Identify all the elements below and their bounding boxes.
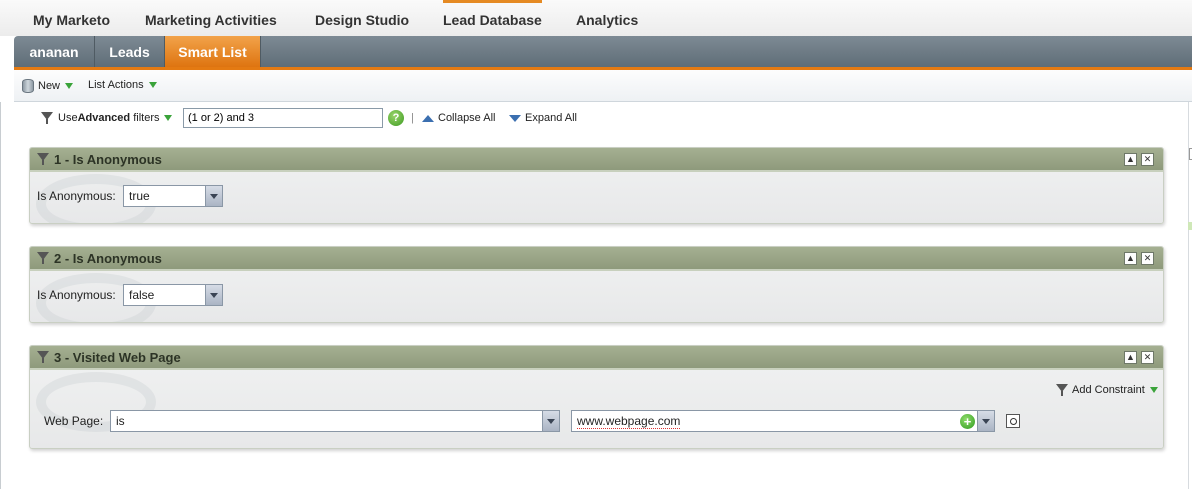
funnel-icon bbox=[1055, 383, 1069, 397]
minimize-icon[interactable]: ▲ bbox=[1124, 252, 1137, 265]
toolbar: New List Actions bbox=[14, 70, 1192, 102]
filter-header[interactable]: 2 - Is Anonymous ▲ ✕ bbox=[30, 247, 1163, 271]
web-page-select[interactable]: www.webpage.com + bbox=[571, 410, 995, 432]
is-anonymous-select[interactable]: true bbox=[123, 185, 223, 207]
nav-my-marketo[interactable]: My Marketo bbox=[33, 0, 110, 36]
list-actions-button[interactable]: List Actions bbox=[88, 79, 157, 91]
expand-all-button[interactable]: Expand All bbox=[509, 112, 577, 124]
tab-smart-list[interactable]: Smart List bbox=[165, 36, 261, 67]
filter-panel-3: 3 - Visited Web Page ▲ ✕ Add Constraint … bbox=[29, 345, 1164, 449]
minimize-icon[interactable]: ▲ bbox=[1124, 153, 1137, 166]
close-icon[interactable]: ✕ bbox=[1141, 351, 1154, 364]
field-label: Is Anonymous: bbox=[37, 189, 116, 203]
operator-select[interactable]: is bbox=[110, 410, 560, 432]
close-icon[interactable]: ✕ bbox=[1141, 153, 1154, 166]
right-pane-edge bbox=[1188, 102, 1192, 489]
nav-analytics[interactable]: Analytics bbox=[576, 0, 638, 36]
filter-panel-1: 1 - Is Anonymous ▲ ✕ Is Anonymous: true bbox=[29, 147, 1164, 224]
expand-icon bbox=[509, 114, 521, 122]
collapse-icon bbox=[422, 114, 434, 122]
tab-leads[interactable]: Leads bbox=[95, 36, 165, 67]
select-value: true bbox=[129, 189, 150, 203]
subtab-bar: ananan Leads Smart List bbox=[14, 36, 1192, 70]
add-constraint-label: Add Constraint bbox=[1072, 384, 1145, 396]
chevron-down-icon bbox=[205, 285, 222, 305]
filter-header[interactable]: 3 - Visited Web Page ▲ ✕ bbox=[30, 346, 1163, 370]
funnel-icon bbox=[36, 251, 50, 265]
filter-title: 2 - Is Anonymous bbox=[54, 250, 162, 266]
dropdown-arrow-icon bbox=[148, 82, 157, 88]
filter-title: 3 - Visited Web Page bbox=[54, 349, 181, 365]
new-button-label: New bbox=[38, 80, 61, 92]
help-icon[interactable]: ? bbox=[388, 110, 404, 126]
advanced-filters-toggle[interactable]: Use Advanced filters bbox=[40, 108, 173, 128]
nav-marketing-activities[interactable]: Marketing Activities bbox=[145, 0, 277, 36]
lookup-icon[interactable] bbox=[1006, 414, 1020, 428]
funnel-icon bbox=[36, 152, 50, 166]
select-value: www.webpage.com bbox=[577, 414, 681, 429]
top-navigation: My Marketo Marketing Activities Design S… bbox=[0, 0, 1192, 36]
database-icon bbox=[22, 79, 34, 93]
advanced-prefix: Use bbox=[58, 112, 78, 124]
field-label: Is Anonymous: bbox=[37, 288, 116, 302]
dropdown-arrow-icon bbox=[65, 83, 74, 89]
chevron-down-icon bbox=[542, 411, 559, 431]
select-value: is bbox=[116, 414, 125, 428]
filter-logic-input[interactable] bbox=[183, 108, 383, 128]
list-actions-label: List Actions bbox=[88, 79, 144, 91]
chevron-down-icon bbox=[977, 411, 994, 431]
funnel-icon bbox=[40, 111, 54, 125]
filter-header[interactable]: 1 - Is Anonymous ▲ ✕ bbox=[30, 148, 1163, 172]
is-anonymous-select[interactable]: false bbox=[123, 284, 223, 306]
add-icon[interactable]: + bbox=[960, 414, 975, 429]
expand-all-label: Expand All bbox=[525, 112, 577, 124]
nav-design-studio[interactable]: Design Studio bbox=[315, 0, 409, 36]
field-label: Web Page: bbox=[44, 414, 104, 428]
dropdown-arrow-icon bbox=[164, 115, 173, 121]
advanced-suffix: filters bbox=[130, 112, 160, 124]
collapse-all-button[interactable]: Collapse All bbox=[422, 112, 495, 124]
collapse-all-label: Collapse All bbox=[438, 112, 496, 124]
nav-lead-database[interactable]: Lead Database bbox=[443, 0, 542, 36]
right-pane-highlight bbox=[1188, 222, 1192, 230]
dropdown-arrow-icon bbox=[1149, 387, 1158, 393]
minimize-icon[interactable]: ▲ bbox=[1124, 351, 1137, 364]
filter-panel-2: 2 - Is Anonymous ▲ ✕ Is Anonymous: false bbox=[29, 246, 1164, 323]
close-icon[interactable]: ✕ bbox=[1141, 252, 1154, 265]
separator: | bbox=[411, 112, 414, 124]
add-constraint-button[interactable]: Add Constraint bbox=[1055, 383, 1158, 397]
advanced-bold: Advanced bbox=[77, 112, 131, 124]
tab-ananan[interactable]: ananan bbox=[14, 36, 95, 67]
left-border bbox=[0, 102, 1, 489]
filter-title: 1 - Is Anonymous bbox=[54, 151, 162, 167]
funnel-icon bbox=[36, 350, 50, 364]
chevron-down-icon bbox=[205, 186, 222, 206]
new-button[interactable]: New bbox=[22, 79, 74, 93]
select-value: false bbox=[129, 288, 155, 302]
